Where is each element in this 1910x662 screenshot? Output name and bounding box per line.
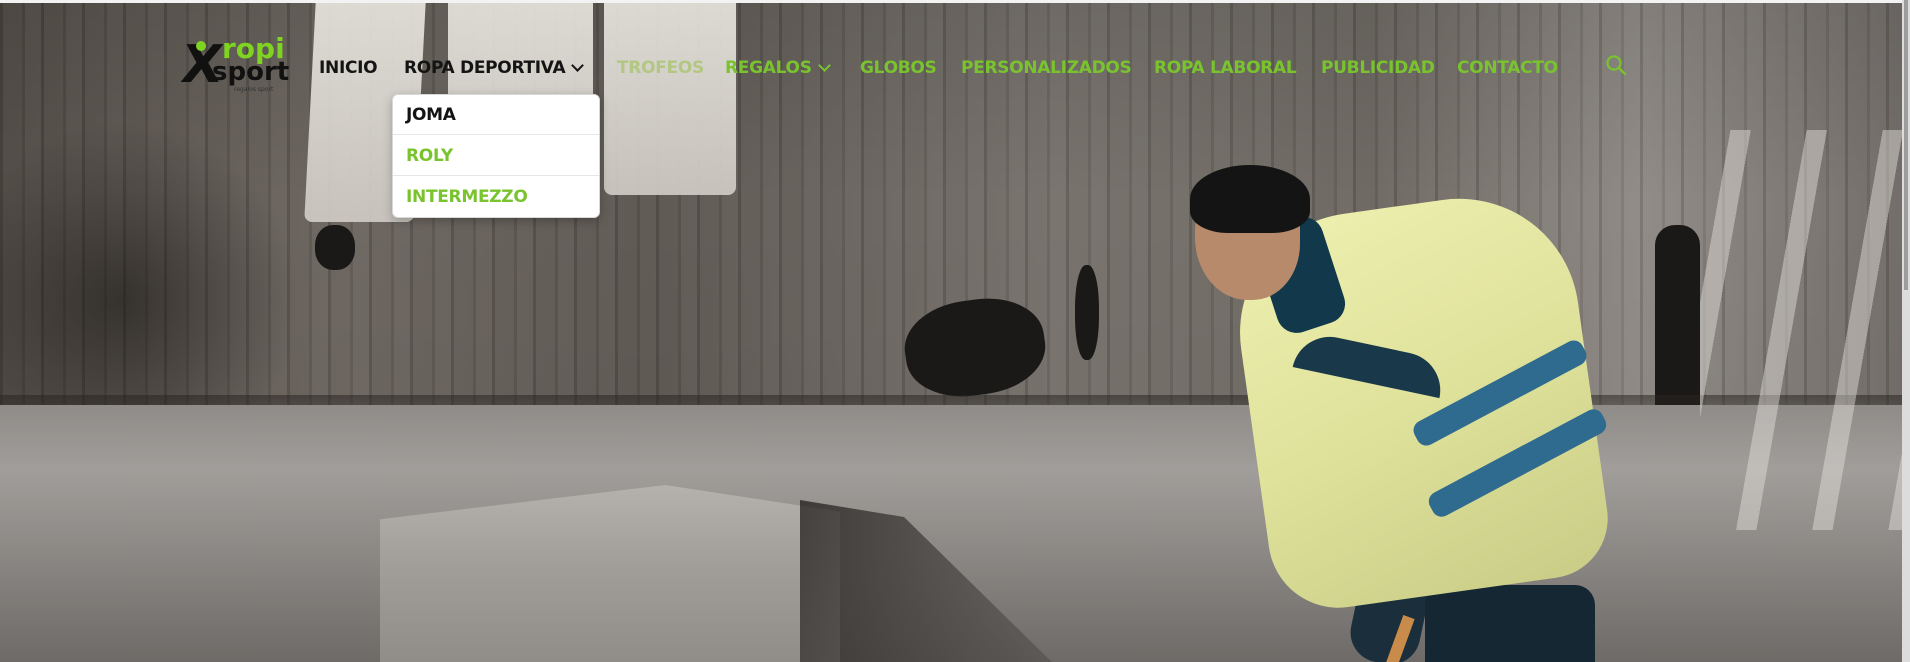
- nav-item-label: TROFEOS: [617, 58, 704, 78]
- nav-item-label: GLOBOS: [860, 58, 937, 78]
- nav-item-inicio[interactable]: INICIO: [319, 56, 378, 80]
- nav-item-regalos[interactable]: REGALOS: [725, 56, 831, 80]
- ropa-deportiva-dropdown: JOMA ROLY INTERMEZZO: [392, 94, 600, 218]
- nav-item-personalizados[interactable]: PERSONALIZADOS: [961, 56, 1132, 80]
- nav-item-globos[interactable]: GLOBOS: [860, 56, 937, 80]
- nav-item-ropa-deportiva[interactable]: ROPA DEPORTIVA: [404, 56, 585, 80]
- dropdown-item-roly[interactable]: ROLY: [393, 136, 599, 176]
- nav-item-label: ROPA LABORAL: [1154, 58, 1297, 78]
- stone-block: [380, 485, 840, 662]
- nav-item-label: REGALOS: [725, 58, 812, 78]
- chevron-down-icon: [817, 59, 831, 72]
- nav-item-ropa-laboral[interactable]: ROPA LABORAL: [1154, 56, 1297, 80]
- worker-hair: [1190, 165, 1310, 233]
- nav-item-contacto[interactable]: CONTACTO: [1457, 56, 1558, 80]
- worker-figure: [1155, 165, 1635, 662]
- nav-item-label: PUBLICIDAD: [1321, 58, 1435, 78]
- wall-hole: [315, 225, 355, 270]
- nav-item-label: INICIO: [319, 58, 378, 78]
- site-logo[interactable]: X ropi sport regalos sport: [178, 35, 289, 96]
- logo-tagline: regalos sport: [234, 86, 274, 93]
- nav-item-label: ROPA DEPORTIVA: [404, 58, 566, 78]
- nav-item-publicidad[interactable]: PUBLICIDAD: [1321, 56, 1435, 80]
- wall-hole: [1075, 265, 1099, 360]
- search-icon[interactable]: [1605, 54, 1627, 76]
- logo-sport-text: sport: [212, 57, 290, 87]
- dropdown-item-intermezzo[interactable]: INTERMEZZO: [393, 177, 599, 217]
- site-header: X ropi sport regalos sport INICIO ROPA D…: [0, 0, 1910, 218]
- nav-item-label: PERSONALIZADOS: [961, 58, 1132, 78]
- nav-item-trofeos[interactable]: TROFEOS: [617, 56, 704, 80]
- logo-dot: [196, 41, 206, 51]
- light-streaks: [1700, 130, 1910, 530]
- worker-pants: [1425, 585, 1595, 662]
- dropdown-item-joma[interactable]: JOMA: [393, 95, 599, 135]
- nav-item-label: CONTACTO: [1457, 58, 1558, 78]
- chevron-down-icon: [571, 59, 585, 72]
